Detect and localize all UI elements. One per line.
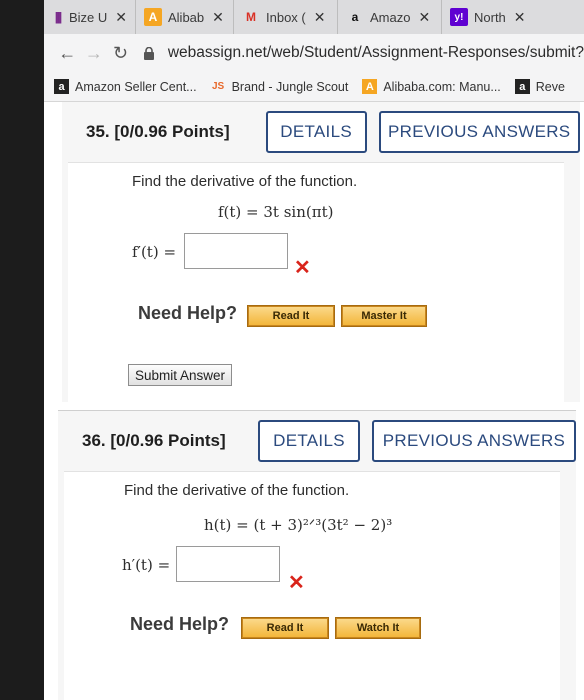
close-icon[interactable]: ✕ bbox=[418, 9, 430, 26]
gmail-icon: M bbox=[246, 10, 256, 24]
lock-icon bbox=[143, 46, 154, 60]
browser-tab[interactable]: y! North ✕ bbox=[442, 0, 552, 34]
close-icon[interactable]: ✕ bbox=[115, 9, 127, 26]
url-text: webassign.net/web/Student/Assignment-Res… bbox=[167, 44, 584, 61]
browser-tab[interactable]: a Amazo ✕ bbox=[338, 0, 442, 34]
tab-title: Bize U bbox=[68, 9, 108, 25]
back-arrow-icon[interactable]: ← bbox=[54, 43, 81, 64]
question-header: 36. [0/0.96 Points] DETAILS PREVIOUS ANS… bbox=[58, 411, 576, 471]
tab-title: Alibab bbox=[168, 9, 205, 25]
function-formula: f(t) = 3t sin(πt) bbox=[218, 203, 334, 221]
bookmark-label: Alibaba.com: Manu... bbox=[383, 79, 501, 94]
browser-tab[interactable]: |||| Bize U ✕ bbox=[44, 0, 136, 34]
tab-title: Inbox ( bbox=[266, 9, 306, 25]
address-bar[interactable]: webassign.net/web/Student/Assignment-Res… bbox=[143, 44, 584, 62]
amazon-icon: a bbox=[54, 79, 69, 94]
stripes-icon: |||| bbox=[54, 10, 62, 24]
browser-tab[interactable]: M Inbox ( ✕ bbox=[234, 0, 338, 34]
bookmark-label: Amazon Seller Cent... bbox=[75, 79, 197, 94]
bookmark-item[interactable]: a Amazon Seller Cent... bbox=[54, 79, 197, 94]
browser-toolbar: ← → ↻ webassign.net/web/Student/Assignme… bbox=[44, 34, 584, 72]
answer-input[interactable] bbox=[184, 233, 288, 269]
close-icon[interactable]: ✕ bbox=[212, 9, 224, 26]
webassign-page: 35. [0/0.96 Points] DETAILS PREVIOUS ANS… bbox=[44, 102, 584, 700]
jungle-scout-icon: JS bbox=[211, 81, 225, 92]
bookmark-item[interactable]: a Reve bbox=[514, 79, 565, 94]
bookmark-label: Brand - Jungle Scout bbox=[231, 79, 349, 94]
submit-answer-button[interactable]: Submit Answer bbox=[128, 364, 233, 386]
need-help-label: Need Help? bbox=[138, 303, 238, 323]
bookmarks-bar: a Amazon Seller Cent... JS Brand - Jungl… bbox=[44, 72, 584, 102]
question-number: 35. [0/0.96 Points] bbox=[86, 122, 230, 141]
question-35: 35. [0/0.96 Points] DETAILS PREVIOUS ANS… bbox=[62, 102, 580, 402]
details-button[interactable]: DETAILS bbox=[258, 420, 360, 462]
answer-label: f′(t) = bbox=[132, 243, 177, 261]
previous-answers-button[interactable]: PREVIOUS ANSWERS bbox=[378, 111, 580, 153]
tab-title: North bbox=[474, 9, 506, 25]
bookmark-label: Reve bbox=[535, 79, 565, 94]
tab-title: Amazo bbox=[370, 9, 411, 25]
need-help-label: Need Help? bbox=[130, 614, 230, 634]
amazon-icon: a bbox=[514, 79, 530, 94]
bookmark-item[interactable]: A Alibaba.com: Manu... bbox=[362, 79, 501, 94]
question-header: 35. [0/0.96 Points] DETAILS PREVIOUS ANS… bbox=[62, 102, 580, 162]
bookmark-item[interactable]: JS Brand - Jungle Scout bbox=[211, 79, 349, 94]
incorrect-x-icon: ✕ bbox=[288, 572, 305, 594]
question-36: 36. [0/0.96 Points] DETAILS PREVIOUS ANS… bbox=[58, 410, 576, 700]
reload-icon[interactable]: ↻ bbox=[107, 43, 134, 64]
answer-input[interactable] bbox=[176, 546, 280, 582]
browser-tab[interactable]: A Alibab ✕ bbox=[136, 0, 234, 34]
master-it-button[interactable]: Master It bbox=[341, 305, 427, 327]
incorrect-x-icon: ✕ bbox=[294, 257, 311, 279]
tab-strip: |||| Bize U ✕ A Alibab ✕ M Inbox ( ✕ a A… bbox=[44, 0, 584, 34]
yahoo-icon: y! bbox=[450, 8, 468, 26]
previous-answers-button[interactable]: PREVIOUS ANSWERS bbox=[372, 420, 576, 462]
watch-it-button[interactable]: Watch It bbox=[335, 617, 421, 639]
read-it-button[interactable]: Read It bbox=[241, 617, 329, 639]
amazon-icon: a bbox=[351, 10, 359, 24]
question-body: Find the derivative of the function. h(t… bbox=[64, 471, 560, 700]
alibaba-icon: A bbox=[144, 8, 162, 26]
close-icon[interactable]: ✕ bbox=[514, 9, 526, 26]
details-button[interactable]: DETAILS bbox=[265, 111, 367, 153]
function-formula: h(t) = (t + 3)²ᐟ³(3t² − 2)³ bbox=[204, 516, 393, 534]
read-it-button[interactable]: Read It bbox=[247, 305, 335, 327]
alibaba-icon: A bbox=[362, 79, 378, 94]
answer-label: h′(t) = bbox=[122, 556, 171, 574]
question-prompt: Find the derivative of the function. bbox=[124, 482, 350, 499]
question-number: 36. [0/0.96 Points] bbox=[82, 431, 226, 450]
forward-arrow-icon[interactable]: → bbox=[81, 43, 108, 64]
question-prompt: Find the derivative of the function. bbox=[132, 173, 358, 190]
close-icon[interactable]: ✕ bbox=[314, 9, 326, 26]
question-body: Find the derivative of the function. f(t… bbox=[68, 162, 564, 402]
